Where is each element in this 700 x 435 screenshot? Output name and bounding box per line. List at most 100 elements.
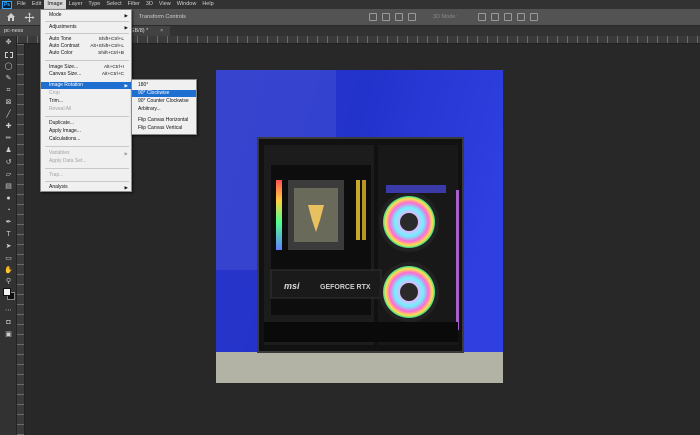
menu-edit[interactable]: Edit bbox=[29, 0, 44, 9]
lasso-icon[interactable]: ◯ bbox=[3, 62, 14, 71]
menu-item-trim[interactable]: Trim... bbox=[41, 98, 131, 105]
menu-type[interactable]: Type bbox=[85, 0, 103, 9]
3d-slide-icon[interactable] bbox=[517, 13, 525, 21]
quick-mask-icon[interactable]: ◘ bbox=[3, 318, 14, 327]
menu-separator bbox=[45, 146, 129, 147]
menu-item-label: Adjustments bbox=[49, 24, 77, 30]
menu-separator bbox=[45, 21, 129, 22]
3d-pan-icon[interactable] bbox=[504, 13, 512, 21]
menu-item-duplicate[interactable]: Duplicate... bbox=[41, 120, 131, 127]
menu-item-auto-tone[interactable]: Auto Tone Shift+Ctrl+L bbox=[41, 36, 131, 43]
menu-item-image-rotation[interactable]: Image Rotation ▶ bbox=[41, 82, 131, 89]
healing-brush-icon[interactable]: ✚ bbox=[3, 122, 14, 131]
menu-filter[interactable]: Filter bbox=[125, 0, 143, 9]
menu-item-reveal-all: Reveal All bbox=[41, 106, 131, 113]
menu-item-label: Auto Tone bbox=[49, 36, 72, 42]
menu-separator bbox=[45, 116, 129, 117]
menu-3d[interactable]: 3D bbox=[143, 0, 156, 9]
align-left-icon[interactable] bbox=[369, 13, 377, 21]
menu-item-mode[interactable]: Mode ▶ bbox=[41, 12, 131, 19]
submenu-item-180[interactable]: 180° bbox=[132, 82, 196, 89]
image-menu-dropdown: Mode ▶ Adjustments ▶ Auto Tone Shift+Ctrl+L… bbox=[40, 9, 132, 192]
tools-panel: ✥ ◯ ✎ ⌗ ⊠ ╱ ✚ ✏ ♟ ↺ ▱ ▤ ● ◔ ✒ T ➤ ▭ ✋ ⚲ … bbox=[0, 36, 17, 435]
foreground-color-swatch[interactable] bbox=[3, 288, 11, 296]
menu-item-shortcut: Shift+Ctrl+B bbox=[98, 51, 124, 56]
gpu-model-text: GEFORCE RTX bbox=[320, 284, 371, 291]
menu-item-adjustments[interactable]: Adjustments ▶ bbox=[41, 24, 131, 31]
image-rotation-submenu: 180° 90° Clockwise 90° Counter Clockwise… bbox=[131, 79, 197, 135]
home-icon[interactable] bbox=[6, 12, 16, 22]
3d-roll-icon[interactable] bbox=[491, 13, 499, 21]
menu-image[interactable]: Image bbox=[44, 0, 66, 9]
gpu-brand-text: msi bbox=[284, 281, 300, 291]
submenu-item-arbitrary[interactable]: Arbitrary... bbox=[132, 106, 196, 113]
menu-item-apply-data-set: Apply Data Set... bbox=[41, 158, 131, 165]
document-canvas[interactable]: msi GEFORCE RTX bbox=[216, 70, 503, 383]
close-icon[interactable]: × bbox=[160, 26, 163, 36]
menu-view[interactable]: View bbox=[156, 0, 174, 9]
menu-item-apply-image[interactable]: Apply Image... bbox=[41, 128, 131, 135]
menu-separator bbox=[45, 181, 129, 182]
submenu-arrow-icon: ▶ bbox=[124, 151, 128, 156]
eyedropper-icon[interactable]: ╱ bbox=[3, 110, 14, 119]
menu-item-auto-contrast[interactable]: Auto Contrast Alt+Shift+Ctrl+L bbox=[41, 43, 131, 50]
3d-mode-icons bbox=[478, 13, 538, 21]
type-icon[interactable]: T bbox=[3, 230, 14, 239]
menu-window[interactable]: Window bbox=[174, 0, 200, 9]
marquee-icon[interactable] bbox=[3, 50, 14, 59]
3d-orbit-icon[interactable] bbox=[478, 13, 486, 21]
submenu-item-90-clockwise[interactable]: 90° Clockwise bbox=[132, 90, 196, 97]
menu-item-label: Trap... bbox=[49, 172, 64, 178]
align-top-icon[interactable] bbox=[408, 13, 416, 21]
rectangle-icon[interactable]: ▭ bbox=[3, 254, 14, 263]
menu-item-label: Image Rotation bbox=[49, 82, 83, 88]
menu-item-image-size[interactable]: Image Size... Alt+Ctrl+I bbox=[41, 64, 131, 71]
3d-scale-icon[interactable] bbox=[530, 13, 538, 21]
edit-toolbar-icon[interactable]: ⋯ bbox=[3, 306, 14, 315]
menu-item-shortcut: Alt+Shift+Ctrl+L bbox=[90, 44, 124, 49]
screen-mode-icon[interactable]: ▣ bbox=[3, 330, 14, 339]
blur-icon[interactable]: ● bbox=[3, 194, 14, 203]
menu-item-label: Apply Data Set... bbox=[49, 158, 87, 164]
submenu-item-90-counter-clockwise[interactable]: 90° Counter Clockwise bbox=[132, 98, 196, 105]
align-icons bbox=[369, 13, 416, 21]
menu-item-variables: Variables ▶ bbox=[41, 150, 131, 157]
menu-select[interactable]: Select bbox=[103, 0, 124, 9]
menu-item-auto-color[interactable]: Auto Color Shift+Ctrl+B bbox=[41, 50, 131, 57]
menu-item-shortcut: Alt+Ctrl+I bbox=[104, 65, 124, 70]
menu-item-shortcut: Shift+Ctrl+L bbox=[98, 37, 124, 42]
submenu-item-flip-horizontal[interactable]: Flip Canvas Horizontal bbox=[132, 117, 196, 124]
menu-item-analysis[interactable]: Analysis ▶ bbox=[41, 184, 131, 191]
menu-file[interactable]: File bbox=[14, 0, 29, 9]
document-tab-title-start: pc-ness bbox=[4, 28, 24, 34]
hand-icon[interactable]: ✋ bbox=[3, 266, 14, 275]
history-brush-icon[interactable]: ↺ bbox=[3, 158, 14, 167]
menu-layer[interactable]: Layer bbox=[66, 0, 86, 9]
menu-help[interactable]: Help bbox=[199, 0, 216, 9]
frame-icon[interactable]: ⊠ bbox=[3, 98, 14, 107]
move-tool-icon[interactable] bbox=[24, 12, 35, 23]
align-center-icon[interactable] bbox=[382, 13, 390, 21]
brush-icon[interactable]: ✏ bbox=[3, 134, 14, 143]
eraser-icon[interactable]: ▱ bbox=[3, 170, 14, 179]
menu-separator bbox=[45, 33, 129, 34]
path-select-icon[interactable]: ➤ bbox=[3, 242, 14, 251]
crop-icon[interactable]: ⌗ bbox=[3, 86, 14, 95]
zoom-icon[interactable]: ⚲ bbox=[3, 277, 14, 286]
align-right-icon[interactable] bbox=[395, 13, 403, 21]
show-transform-controls-label[interactable]: Transform Controls bbox=[139, 14, 186, 20]
gradient-icon[interactable]: ▤ bbox=[3, 182, 14, 191]
menu-item-canvas-size[interactable]: Canvas Size... Alt+Ctrl+C bbox=[41, 71, 131, 78]
menu-item-label: Auto Contrast bbox=[49, 43, 80, 49]
dodge-icon[interactable]: ◔ bbox=[3, 206, 14, 215]
submenu-item-flip-vertical[interactable]: Flip Canvas Vertical bbox=[132, 125, 196, 132]
menu-item-label: Analysis bbox=[49, 184, 68, 190]
pen-icon[interactable]: ✒ bbox=[3, 218, 14, 227]
move-icon[interactable]: ✥ bbox=[3, 38, 14, 47]
menu-item-calculations[interactable]: Calculations... bbox=[41, 136, 131, 143]
submenu-arrow-icon: ▶ bbox=[124, 83, 128, 88]
clone-stamp-icon[interactable]: ♟ bbox=[3, 146, 14, 155]
menu-separator bbox=[45, 168, 129, 169]
photoshop-logo: Ps bbox=[2, 0, 12, 9]
quick-select-icon[interactable]: ✎ bbox=[3, 74, 14, 83]
